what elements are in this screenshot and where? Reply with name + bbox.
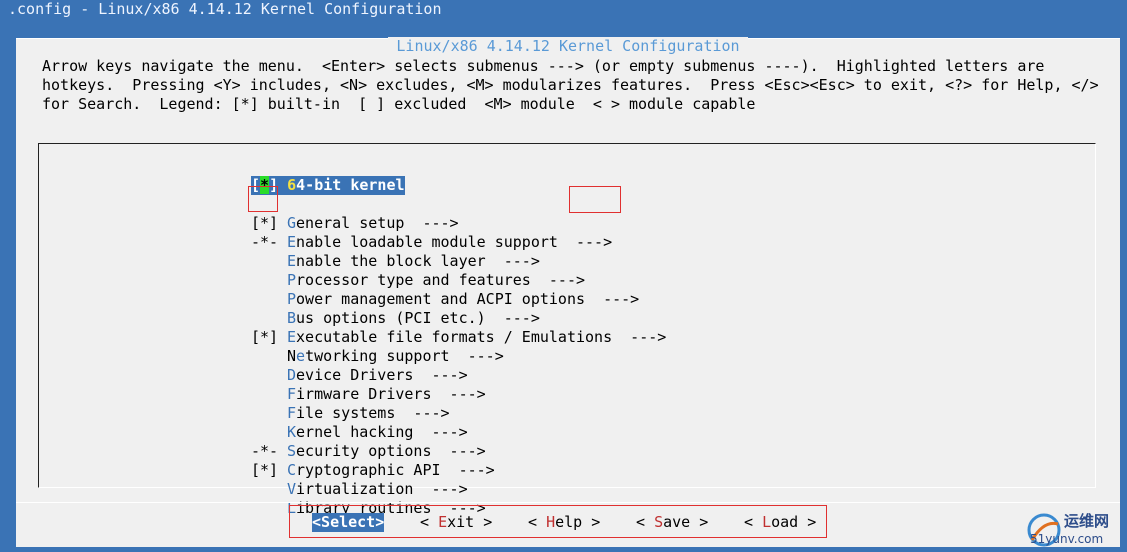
menu-item-label: ile systems ---> — [296, 404, 450, 422]
menu-item-device-drivers[interactable]: Device Drivers ---> — [39, 328, 468, 384]
menu-item-prefix: -*- — [251, 233, 279, 251]
hotkey-letter: K — [287, 423, 297, 441]
hotkey-letter: e — [296, 347, 306, 365]
terminal-title: .config - Linux/x86 4.14.12 Kernel Confi… — [8, 0, 442, 18]
menu-item-label: eneral setup ---> — [296, 214, 459, 232]
menu-item-general-setup[interactable]: General setup ---> — [39, 176, 459, 232]
help-text-line-2: hotkeys. Pressing <Y> includes, <N> excl… — [42, 76, 1099, 94]
hotkey-letter: P — [287, 290, 297, 308]
menu-item-block-layer[interactable]: -*- Enable the block layer ---> — [39, 214, 540, 270]
menu-item-label: xecutable file formats / Emulations ---> — [296, 328, 667, 346]
hotkey-letter: D — [287, 366, 297, 384]
hotkey-letter: E — [287, 233, 297, 251]
menu-item-executable-formats[interactable]: Executable file formats / Emulations ---… — [39, 290, 666, 346]
menu-item-prefix: -*- — [251, 442, 279, 460]
menu-item-processor-type[interactable]: Processor type and features ---> — [39, 233, 585, 289]
menu-item-cryptographic-api[interactable]: -*- Cryptographic API ---> — [39, 423, 495, 479]
menuconfig-dialog: Linux/x86 4.14.12 Kernel Configuration A… — [16, 37, 1120, 547]
hotkey-letter: B — [287, 309, 297, 327]
menu-item-firmware-drivers[interactable]: Firmware Drivers ---> — [39, 347, 486, 403]
hotkey-letter: E — [287, 328, 297, 346]
button-bar-separator — [16, 502, 1120, 503]
menu-item-label: evice Drivers ---> — [296, 366, 468, 384]
menu-item-label: ecurity options ---> — [296, 442, 486, 460]
dialog-title: Linux/x86 4.14.12 Kernel Configuration — [388, 37, 748, 55]
menu-item-security-options[interactable]: Security options ---> — [39, 404, 486, 460]
menu-item-label: nable loadable module support ---> — [296, 233, 613, 251]
hotkey-letter: S — [287, 442, 297, 460]
menu-item-label: irtualization ---> — [296, 480, 468, 498]
hotkey-letter: G — [287, 214, 297, 232]
hotkey-letter: F — [287, 385, 297, 403]
hotkey-letter: P — [287, 271, 297, 289]
menu-item-prefix[interactable]: [*] — [251, 461, 278, 480]
hotkey-letter: E — [287, 252, 297, 270]
hotkey-letter: 6 — [287, 176, 297, 194]
menu-item-file-systems[interactable]: File systems ---> — [39, 366, 450, 422]
menu-item-kernel-hacking[interactable]: Kernel hacking ---> — [39, 385, 468, 441]
menu-item-bus-options[interactable]: Bus options (PCI etc.) ---> — [39, 271, 540, 327]
menu-item-networking-support[interactable]: [*] Networking support ---> — [39, 309, 504, 365]
menu-item-power-management[interactable]: Power management and ACPI options ---> — [39, 252, 639, 308]
hotkey-letter: C — [287, 461, 297, 479]
menu-item-prefix[interactable]: [*] — [251, 328, 278, 347]
menu-item-label: irmware Drivers ---> — [296, 385, 486, 403]
menu-item-64bit-kernel[interactable]: [*] 64-bit kernel — [39, 157, 405, 195]
help-text-line-1: Arrow keys navigate the menu. <Enter> se… — [42, 57, 1045, 75]
menu-item-label: 4-bit kernel — [296, 176, 405, 194]
menu-item-label: ernel hacking ---> — [296, 423, 468, 441]
watermark: 运维网 51yunv.com — [1024, 508, 1127, 552]
terminal-titlebar: .config - Linux/x86 4.14.12 Kernel Confi… — [0, 0, 1127, 30]
menu-item-label: rocessor type and features ---> — [296, 271, 586, 289]
hotkey-letter: F — [287, 404, 297, 422]
hotkey-letter: V — [287, 480, 297, 498]
menu-item-label: ower management and ACPI options ---> — [296, 290, 640, 308]
menu-item-label: tworking support ---> — [305, 347, 504, 365]
menu-item-label: us options (PCI etc.) ---> — [296, 309, 540, 327]
menu-item-library-routines[interactable]: Library routines ---> — [39, 461, 486, 517]
help-text-line-3: for Search. Legend: [*] built-in [ ] exc… — [42, 95, 756, 113]
dialog-title-bar: Linux/x86 4.14.12 Kernel Configuration — [16, 37, 1120, 56]
menu-item-prefix[interactable]: [*] — [251, 214, 278, 233]
menu-item-label: ryptographic API ---> — [296, 461, 495, 479]
menu-item-loadable-module-support[interactable]: [*] Enable loadable module support ---> — [39, 195, 612, 251]
annotation-box-buttons — [289, 505, 827, 538]
menu-item-label-start: N — [287, 347, 297, 365]
annotation-box-submenu-arrow — [569, 186, 621, 213]
annotation-box-checkbox — [248, 186, 278, 212]
menu-item-virtualization[interactable]: [*] Virtualization ---> — [39, 442, 468, 498]
watermark-text-url: 51yunv.com — [1030, 532, 1104, 546]
menu-list: [*] 64-bit kernel General setup ---> [*]… — [38, 143, 1096, 517]
watermark-text-cn: 运维网 — [1064, 512, 1110, 530]
menu-item-label: nable the block layer ---> — [296, 252, 540, 270]
